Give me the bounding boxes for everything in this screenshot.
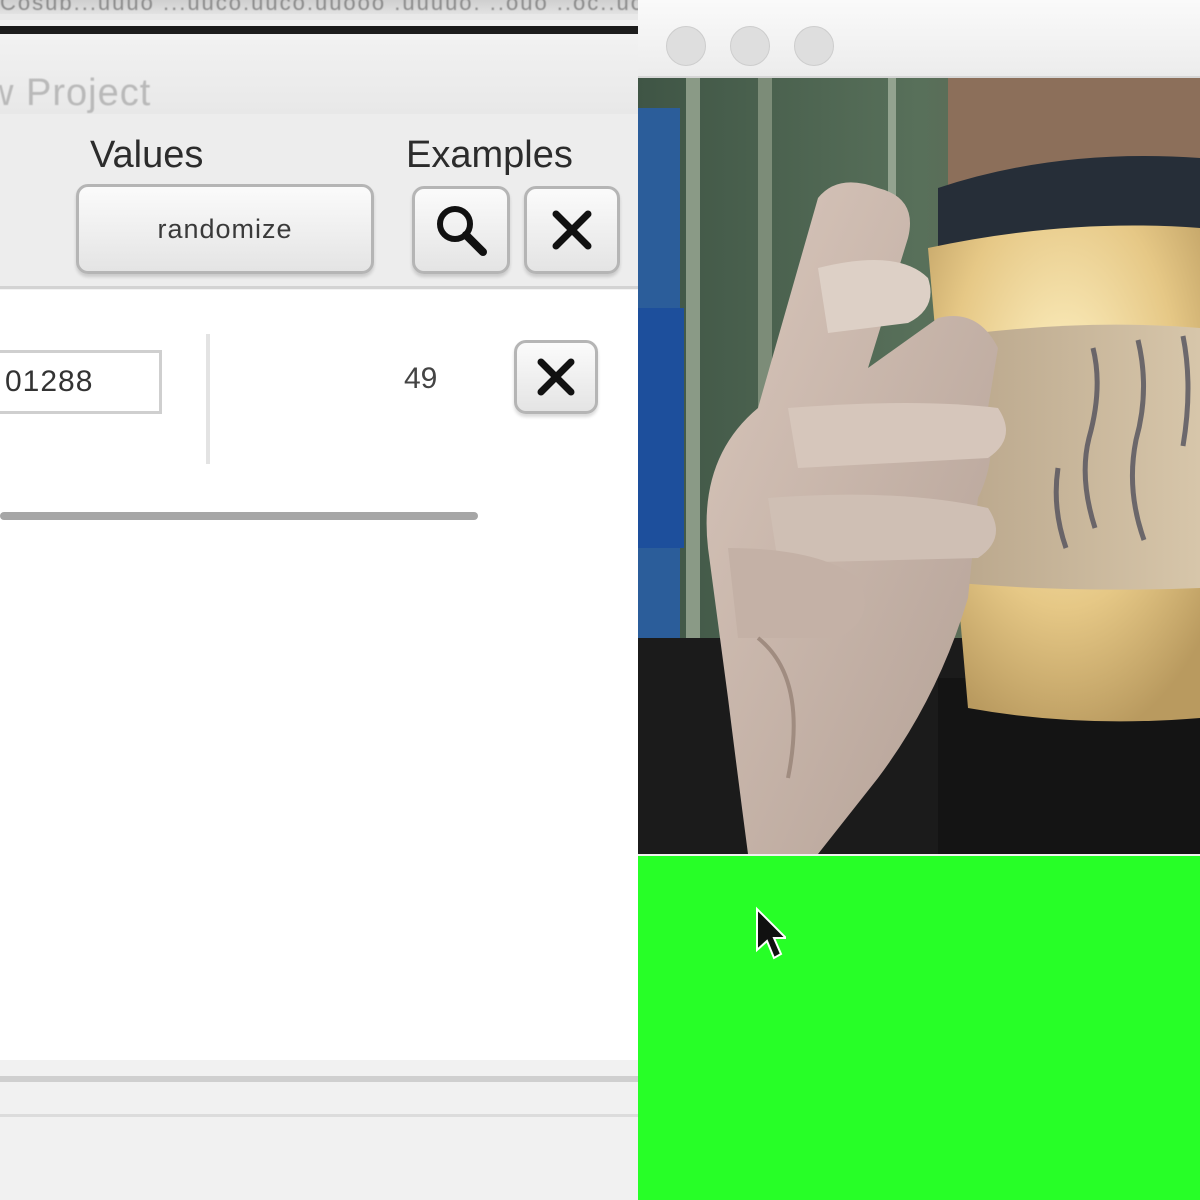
examples-heading: Examples bbox=[406, 134, 573, 176]
window-title: w Project bbox=[0, 72, 152, 114]
camera-window bbox=[638, 0, 1200, 1200]
close-icon bbox=[552, 210, 592, 250]
close-icon bbox=[537, 358, 575, 396]
webcam-feed bbox=[638, 78, 1200, 854]
project-titlebar[interactable]: w Project bbox=[0, 34, 638, 114]
row-separator bbox=[0, 512, 478, 520]
search-icon bbox=[437, 206, 487, 256]
project-window: w Project Values Examples randomize 0128… bbox=[0, 20, 638, 1200]
randomize-button-label: randomize bbox=[157, 213, 293, 244]
column-divider bbox=[206, 334, 210, 464]
delete-examples-button[interactable] bbox=[514, 340, 598, 414]
window-close-button[interactable] bbox=[666, 26, 706, 66]
bottom-bar bbox=[0, 1060, 638, 1200]
bottom-divider bbox=[0, 1076, 638, 1082]
value-field[interactable]: 01288 bbox=[0, 350, 162, 414]
output-rows-area: 01288 49 bbox=[0, 290, 638, 1060]
output-color-panel bbox=[638, 856, 1200, 1200]
example-count: 49 bbox=[404, 362, 438, 395]
examples-search-button[interactable] bbox=[412, 186, 510, 274]
examples-clear-button[interactable] bbox=[524, 186, 620, 274]
window-maximize-button[interactable] bbox=[794, 26, 834, 66]
window-top-border bbox=[0, 26, 638, 34]
window-minimize-button[interactable] bbox=[730, 26, 770, 66]
camera-titlebar[interactable] bbox=[638, 0, 1200, 78]
values-heading: Values bbox=[90, 134, 204, 176]
controls-header: Values Examples randomize bbox=[0, 114, 638, 289]
randomize-button[interactable]: randomize bbox=[76, 184, 374, 274]
mouse-cursor-icon bbox=[756, 906, 786, 960]
bottom-divider-secondary bbox=[0, 1114, 638, 1117]
webcam-image bbox=[638, 78, 1200, 854]
